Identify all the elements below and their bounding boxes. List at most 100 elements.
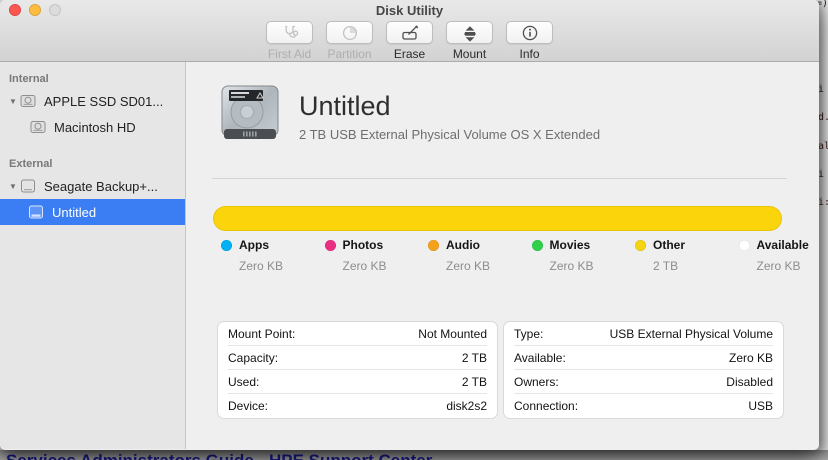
sidebar-item-apple-ssd[interactable]: ▼ APPLE SSD SD01... <box>0 88 185 114</box>
legend-label: Other <box>653 238 686 252</box>
detail-value: Zero KB <box>728 350 773 365</box>
header-divider <box>212 178 787 179</box>
partition-label: Partition <box>327 47 372 61</box>
detail-value: USB <box>748 399 773 413</box>
detail-label: Connection: <box>514 399 579 413</box>
legend-value: Zero KB <box>756 259 801 273</box>
legend-item-movies: Movies Zero KB <box>531 238 636 273</box>
close-button[interactable] <box>9 4 21 16</box>
disclosure-triangle-icon[interactable]: ▼ <box>0 182 19 191</box>
sidebar-item-untitled[interactable]: Untitled <box>0 199 185 225</box>
disclosure-triangle-icon[interactable]: ▼ <box>0 97 19 106</box>
internal-disk-icon <box>30 121 46 133</box>
internal-disk-icon <box>20 95 36 107</box>
zoom-button-disabled <box>49 4 61 16</box>
window-header: Disk Utility First Aid Partition Erase M… <box>0 0 819 62</box>
table-row: Mount Point: Not Mounted <box>228 322 487 346</box>
table-row: Available: Zero KB <box>514 346 773 370</box>
volume-subtitle: 2 TB USB External Physical Volume OS X E… <box>299 127 601 142</box>
mount-label: Mount <box>452 47 487 61</box>
info-button[interactable]: Info <box>503 21 556 61</box>
mount-button[interactable]: Mount <box>443 21 496 61</box>
sidebar-section-external: External ▼ Seagate Backup+... Untitled <box>0 153 185 225</box>
legend-item-photos: Photos Zero KB <box>324 238 429 273</box>
detail-value: USB External Physical Volume <box>609 326 773 341</box>
background-text-fragment: d. <box>818 112 828 123</box>
detail-label: Mount Point: <box>228 326 296 341</box>
table-row: Owners: Disabled <box>514 370 773 394</box>
titlebar: Disk Utility <box>0 0 819 20</box>
legend-label: Apps <box>239 238 269 252</box>
external-disk-icon <box>21 179 35 193</box>
erase-button[interactable]: Erase <box>383 21 436 61</box>
sidebar-item-macintosh-hd[interactable]: Macintosh HD <box>0 114 185 140</box>
info-icon <box>506 21 553 44</box>
disk-utility-window: Disk Utility First Aid Partition Erase M… <box>0 0 819 450</box>
mount-icon <box>446 21 493 44</box>
volume-icon <box>29 205 43 219</box>
traffic-lights <box>9 4 61 16</box>
detail-label: Owners: <box>514 374 559 389</box>
legend-label: Movies <box>549 238 591 252</box>
table-row: Connection: USB <box>514 394 773 418</box>
other-dot-icon <box>635 239 646 251</box>
detail-value: Disabled <box>726 374 773 389</box>
legend-label: Photos <box>342 238 384 252</box>
legend-label: Audio <box>446 238 480 252</box>
legend-label: Available <box>756 238 809 252</box>
screen: =) i d. al i i: Services Administrators … <box>0 0 828 460</box>
legend-value: Zero KB <box>342 259 387 273</box>
available-dot-icon <box>738 239 750 251</box>
erase-label: Erase <box>393 47 426 61</box>
legend-value: Zero KB <box>446 259 491 273</box>
legend-value: 2 TB <box>653 259 679 273</box>
detail-value: 2 TB <box>461 350 487 365</box>
sidebar-section-internal: Internal ▼ APPLE SSD SD01... Macintosh H… <box>0 68 185 140</box>
table-row: Device: disk2s2 <box>228 394 487 418</box>
details-table-left: Mount Point: Not Mounted Capacity: 2 TB … <box>217 321 498 419</box>
sidebar-item-label: Seagate Backup+... <box>44 178 158 194</box>
sidebar-item-seagate[interactable]: ▼ Seagate Backup+... <box>0 173 185 199</box>
audio-dot-icon <box>428 239 439 251</box>
legend-item-other: Other 2 TB <box>635 238 739 273</box>
usage-bar <box>213 206 782 231</box>
toolbar: First Aid Partition Erase Mount Info <box>0 21 819 61</box>
main-panel: Untitled 2 TB USB External Physical Volu… <box>186 62 819 449</box>
detail-label: Available: <box>514 350 566 365</box>
detail-label: Type: <box>514 326 544 341</box>
partition-button: Partition <box>323 21 376 61</box>
detail-value: Not Mounted <box>418 326 487 341</box>
first-aid-label: First Aid <box>267 47 312 61</box>
section-label: External <box>9 158 53 170</box>
detail-value: 2 TB <box>461 374 487 389</box>
first-aid-icon <box>266 21 313 44</box>
window-title: Disk Utility <box>375 3 444 18</box>
volume-title: Untitled <box>299 91 391 121</box>
legend-item-apps: Apps Zero KB <box>221 238 325 273</box>
apps-dot-icon <box>221 239 232 251</box>
photos-dot-icon <box>324 239 336 251</box>
info-label: Info <box>519 47 540 61</box>
sidebar: Internal ▼ APPLE SSD SD01... Macintosh H… <box>0 62 186 449</box>
legend-item-available: Available Zero KB <box>738 238 809 273</box>
partition-icon <box>326 21 373 44</box>
background-text-fragment: i: <box>818 197 828 208</box>
sidebar-item-label: Untitled <box>52 204 97 220</box>
table-row: Type: USB External Physical Volume <box>514 322 773 346</box>
details-table-right: Type: USB External Physical Volume Avail… <box>503 321 784 419</box>
minimize-button[interactable] <box>29 4 41 16</box>
detail-label: Capacity: <box>228 350 279 365</box>
first-aid-button: First Aid <box>263 21 316 61</box>
background-webpage-link[interactable]: Services Administrators Guide - HPE Supp… <box>6 451 432 460</box>
legend-value: Zero KB <box>549 259 594 273</box>
table-row: Capacity: 2 TB <box>228 346 487 370</box>
hard-disk-icon <box>221 85 279 139</box>
erase-icon <box>386 21 433 44</box>
background-webpage-strip: Services Administrators Guide - HPE Supp… <box>0 450 828 460</box>
sidebar-item-label: Macintosh HD <box>54 119 136 135</box>
usage-legend: Apps Zero KB Photos Zero KB Audio Zero K… <box>221 238 809 273</box>
detail-label: Device: <box>228 399 269 413</box>
volume-header: Untitled 2 TB USB External Physical Volu… <box>186 62 819 142</box>
detail-value: disk2s2 <box>446 399 487 413</box>
table-row: Used: 2 TB <box>228 370 487 394</box>
